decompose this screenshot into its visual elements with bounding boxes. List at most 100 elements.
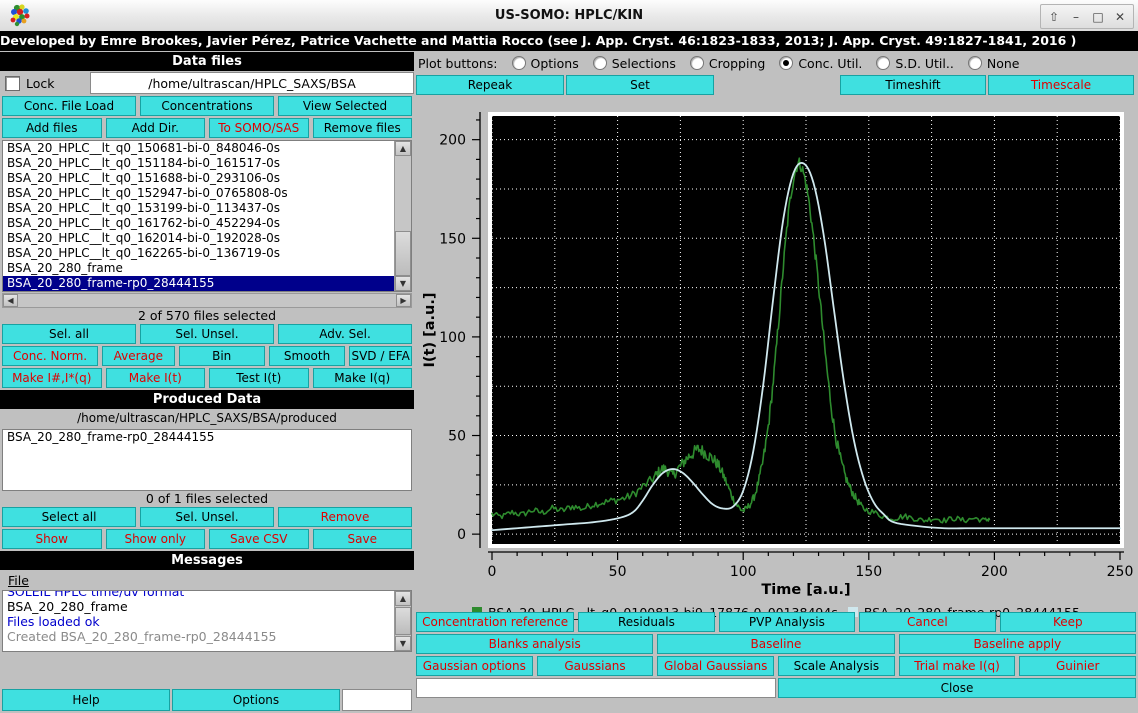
btn-trial-make-i-q[interactable]: Trial make I(q) xyxy=(898,656,1016,676)
btn-scale-analysis[interactable]: Scale Analysis xyxy=(778,656,895,676)
maximize-icon[interactable]: □ xyxy=(1088,7,1108,26)
options-button[interactable]: Options xyxy=(172,689,340,711)
plot-mode-options[interactable]: Options xyxy=(511,56,579,71)
set-button[interactable]: Set xyxy=(566,75,714,95)
lock-checkbox[interactable] xyxy=(5,75,20,91)
file-list-item[interactable]: BSA_20_280_frame xyxy=(3,261,394,276)
timescale-button[interactable]: Timescale xyxy=(988,75,1134,95)
btn-svd-efa[interactable]: SVD / EFA xyxy=(349,346,413,366)
scroll-down-icon[interactable]: ▼ xyxy=(395,276,411,291)
btn-gaussian-options[interactable]: Gaussian options xyxy=(416,656,533,676)
btn-average[interactable]: Average xyxy=(102,346,175,366)
radio-icon[interactable] xyxy=(592,56,607,70)
plot-mode-conc-util[interactable]: Conc. Util. xyxy=(779,56,862,71)
messages-scroll-down-icon[interactable]: ▼ xyxy=(395,636,411,651)
messages-scroll-thumb[interactable] xyxy=(395,607,411,635)
btn-sel-all[interactable]: Sel. all xyxy=(2,324,136,344)
plot-mode-none[interactable]: None xyxy=(967,56,1019,71)
radio-icon[interactable] xyxy=(779,56,794,70)
right-panel: Plot buttons: Options Selections Cropping C… xyxy=(414,52,1138,713)
hplc-chart[interactable]: 0 50 100 150 200 250 0 50 100 150 200 Time [a.u.] I(… xyxy=(418,110,1134,596)
btn-remove[interactable]: Remove xyxy=(278,507,412,527)
messages-file-menu[interactable]: File xyxy=(8,573,29,588)
scroll-left-icon[interactable]: ◀ xyxy=(3,294,18,307)
file-list-item[interactable]: BSA_20_HPLC__lt_q0_152947-bi-0_0765808-0… xyxy=(3,186,394,201)
timeshift-button[interactable]: Timeshift xyxy=(840,75,986,95)
btn-adv-sel[interactable]: Adv. Sel. xyxy=(278,324,412,344)
btn-make-i-q[interactable]: Make I(q) xyxy=(312,368,412,388)
radio-icon[interactable] xyxy=(967,56,982,70)
btn-smooth[interactable]: Smooth xyxy=(268,346,346,366)
file-list-item[interactable]: BSA_20_HPLC__lt_q0_161762-bi-0_452294-0s xyxy=(3,216,394,231)
btn-conc-norm[interactable]: Conc. Norm. xyxy=(2,346,99,366)
plot-mode-selections[interactable]: Selections xyxy=(592,56,676,71)
radio-icon[interactable] xyxy=(876,56,891,70)
btn-to-somo-sas[interactable]: To SOMO/SAS xyxy=(209,118,309,138)
selection-button-row: Sel. all Sel. Unsel. Adv. Sel. xyxy=(2,324,412,344)
produced-list-item[interactable]: BSA_20_280_frame-rp0_28444155 xyxy=(3,430,411,445)
plot-mode-s-d-util[interactable]: S.D. Util.. xyxy=(876,56,954,71)
btn-add-dir[interactable]: Add Dir. xyxy=(105,118,205,138)
btn-blanks-analysis[interactable]: Blanks analysis xyxy=(416,634,654,654)
btn-guinier[interactable]: Guinier xyxy=(1019,656,1137,676)
btn-save[interactable]: Save xyxy=(312,529,412,549)
messages-vscrollbar[interactable]: ▲ ▼ xyxy=(394,591,411,651)
repeak-button[interactable]: Repeak xyxy=(416,75,564,95)
messages-scroll-up-icon[interactable]: ▲ xyxy=(395,591,411,606)
file-list-item[interactable]: BSA_20_HPLC__lt_q0_151184-bi-0_161517-0s xyxy=(3,156,394,171)
scroll-up-icon[interactable]: ▲ xyxy=(395,141,411,156)
data-path-field[interactable]: /home/ultrascan/HPLC_SAXS/BSA xyxy=(90,72,414,94)
btn-global-gaussians[interactable]: Global Gaussians xyxy=(657,656,775,676)
close-button[interactable]: Close xyxy=(778,678,1136,698)
btn-make-i-i-q[interactable]: Make I#,I*(q) xyxy=(2,368,102,388)
file-list-item[interactable]: BSA_20_280_frame-rp0_28444155 xyxy=(3,276,394,291)
btn-sel-unsel[interactable]: Sel. Unsel. xyxy=(140,324,274,344)
btn-select-all[interactable]: Select all xyxy=(2,507,136,527)
btn-make-i-t[interactable]: Make I(t) xyxy=(105,368,205,388)
file-list-item[interactable]: BSA_20_HPLC__lt_q0_162265-bi-0_136719-0s xyxy=(3,246,394,261)
messages-menubar[interactable]: File xyxy=(0,570,414,590)
btn-concentration-reference[interactable]: Concentration reference xyxy=(416,612,575,632)
btn-add-files[interactable]: Add files xyxy=(2,118,102,138)
lock-label: Lock xyxy=(26,75,55,91)
btn-remove-files[interactable]: Remove files xyxy=(312,118,412,138)
btn-pvp-analysis[interactable]: PVP Analysis xyxy=(718,612,856,632)
btn-baseline[interactable]: Baseline xyxy=(657,634,895,654)
chart-container: 0 50 100 150 200 250 0 50 100 150 200 Time [a.u.] I(… xyxy=(418,110,1134,640)
lock-checkbox-group[interactable]: Lock xyxy=(0,72,90,94)
close-icon[interactable]: ✕ xyxy=(1110,7,1130,26)
produced-files-list[interactable]: BSA_20_280_frame-rp0_28444155 xyxy=(2,429,412,491)
scroll-right-icon[interactable]: ▶ xyxy=(396,294,411,307)
radio-icon[interactable] xyxy=(511,56,526,70)
btn-residuals[interactable]: Residuals xyxy=(578,612,715,632)
y-axis-title: I(t) [a.u.] xyxy=(422,292,438,367)
help-button[interactable]: Help xyxy=(2,689,170,711)
btn-save-csv[interactable]: Save CSV xyxy=(209,529,309,549)
btn-sel-unsel[interactable]: Sel. Unsel. xyxy=(140,507,274,527)
btn-bin[interactable]: Bin xyxy=(178,346,265,366)
btn-show-only[interactable]: Show only xyxy=(105,529,205,549)
minimize-icon[interactable]: – xyxy=(1066,7,1086,26)
btn-concentrations[interactable]: Concentrations xyxy=(140,96,274,116)
messages-list[interactable]: SOLEIL HPLC time/uv format BSA_20_280_fra… xyxy=(2,590,412,652)
btn-test-i-t[interactable]: Test I(t) xyxy=(209,368,309,388)
shade-icon[interactable]: ⇧ xyxy=(1044,7,1064,26)
file-list-item[interactable]: BSA_20_HPLC__lt_q0_153199-bi-0_113437-0s xyxy=(3,201,394,216)
file-list-item[interactable]: BSA_20_HPLC__lt_q0_151688-bi-0_293106-0s xyxy=(3,171,394,186)
btn-show[interactable]: Show xyxy=(2,529,102,549)
plot-mode-cropping[interactable]: Cropping xyxy=(689,56,765,71)
file-list-item[interactable]: BSA_20_HPLC__lt_q0_162014-bi-0_192028-0s xyxy=(3,231,394,246)
scroll-thumb[interactable] xyxy=(395,231,411,276)
data-files-hscrollbar[interactable]: ◀ ▶ xyxy=(2,293,412,308)
btn-view-selected[interactable]: View Selected xyxy=(278,96,412,116)
btn-gaussians[interactable]: Gaussians xyxy=(536,656,654,676)
file-list-item[interactable]: BSA_20_HPLC__lt_q0_150681-bi-0_848046-0s xyxy=(3,141,394,156)
help-options-row: Help Options xyxy=(0,689,414,711)
btn-keep[interactable]: Keep xyxy=(999,612,1137,632)
btn-baseline-apply[interactable]: Baseline apply xyxy=(898,634,1136,654)
data-files-list[interactable]: BSA_20_HPLC__lt_q0_150681-bi-0_848046-0s… xyxy=(2,140,412,292)
btn-cancel[interactable]: Cancel xyxy=(859,612,996,632)
radio-icon[interactable] xyxy=(689,56,704,70)
data-files-vscrollbar[interactable]: ▲ ▼ xyxy=(394,141,411,291)
btn-conc-file-load[interactable]: Conc. File Load xyxy=(2,96,136,116)
